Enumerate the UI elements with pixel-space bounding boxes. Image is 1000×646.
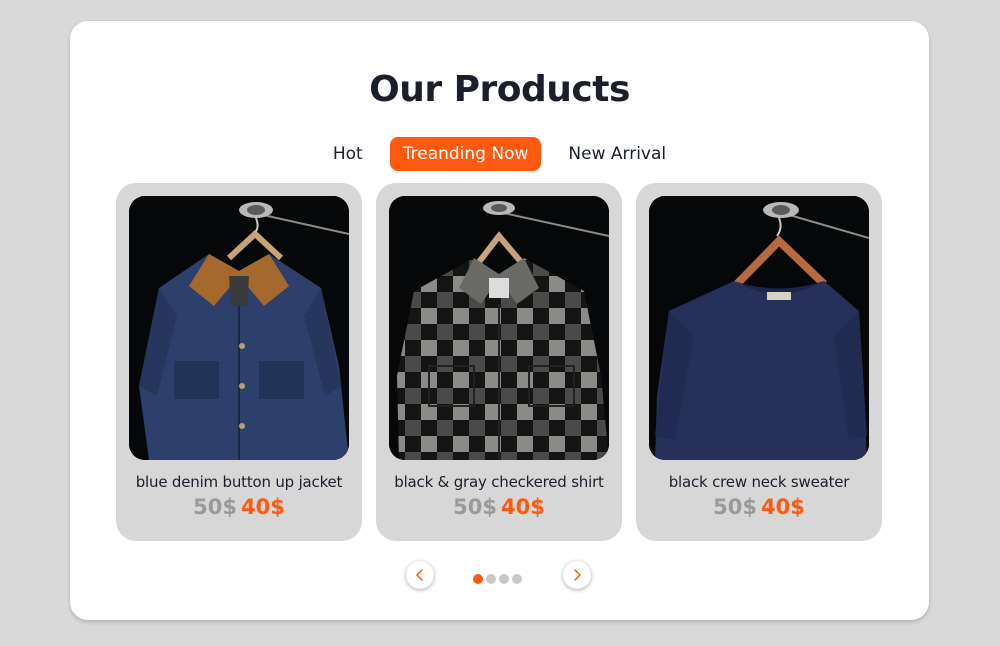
product-name: black crew neck sweater	[668, 473, 850, 491]
tab-trending-now[interactable]: Treanding Now	[389, 137, 542, 171]
sale-price: 40$	[761, 495, 805, 519]
product-image-checkered-shirt	[389, 196, 609, 460]
product-image-crew-neck-sweater	[649, 196, 869, 460]
pagination-dot[interactable]	[512, 574, 522, 584]
product-card[interactable]: blue denim button up jacket 50$ 40$	[116, 183, 362, 541]
product-price: 50$ 40$	[376, 495, 622, 519]
next-button[interactable]	[563, 561, 591, 589]
product-name: blue denim button up jacket	[135, 473, 343, 491]
old-price: 50$	[713, 495, 757, 519]
page-title: Our Products	[369, 69, 630, 110]
product-price: 50$ 40$	[116, 495, 362, 519]
old-price: 50$	[193, 495, 237, 519]
product-image-denim-jacket	[129, 196, 349, 460]
pagination-dot[interactable]	[499, 574, 509, 584]
old-price: 50$	[453, 495, 497, 519]
product-card[interactable]: black & gray checkered shirt 50$ 40$	[376, 183, 622, 541]
product-carousel: blue denim button up jacket 50$ 40$ blac…	[116, 183, 882, 541]
pagination-dot[interactable]	[486, 574, 496, 584]
chevron-right-icon	[574, 569, 582, 581]
tab-hot[interactable]: Hot	[320, 137, 376, 171]
product-name: black & gray checkered shirt	[394, 473, 604, 491]
category-tabs: Hot Treanding Now New Arrival	[70, 137, 929, 171]
carousel-pagination	[473, 574, 522, 584]
sale-price: 40$	[501, 495, 545, 519]
sale-price: 40$	[241, 495, 285, 519]
product-price: 50$ 40$	[636, 495, 882, 519]
prev-button[interactable]	[406, 561, 434, 589]
chevron-left-icon	[415, 569, 423, 581]
tab-new-arrival[interactable]: New Arrival	[555, 137, 679, 171]
pagination-dot[interactable]	[473, 574, 483, 584]
product-card[interactable]: black crew neck sweater 50$ 40$	[636, 183, 882, 541]
